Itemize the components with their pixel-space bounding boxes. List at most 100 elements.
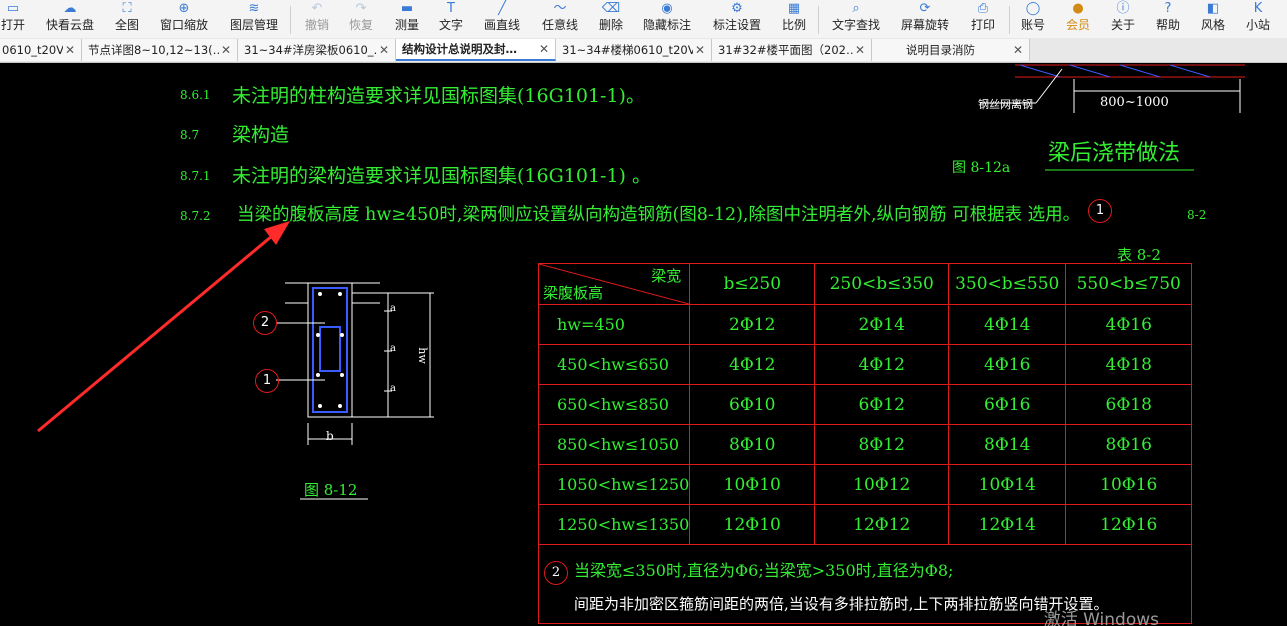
tab-0610[interactable]: 0610_t20V: ✕ [0,39,82,61]
station-icon: K [1253,1,1263,16]
table-row: 850<hw≤1050 8Φ10 8Φ12 8Φ14 8Φ16 [537,424,1193,465]
toolbar-separator [818,6,819,34]
table-cell: 10Φ10 [689,464,816,505]
measure-button[interactable]: ▬ 测量 [393,0,421,38]
help-icon: ? [1164,1,1172,16]
detail-dimension: 800~1000 [1100,95,1169,110]
text-search-icon: ⌕ [852,1,860,16]
ruler-icon: ▬ [400,1,414,16]
station-button[interactable]: K 小站 [1244,0,1272,38]
dimension-a-label: a [390,303,396,314]
full-view-button[interactable]: ⛶ 全图 [113,0,141,38]
info-icon: ⓘ [1116,1,1130,16]
cloud-disk-button[interactable]: ☁ 快看云盘 [44,0,96,38]
marker-2-circle: 2 [253,311,277,335]
table-cell: 6Φ10 [689,384,816,425]
account-button[interactable]: ◯ 账号 [1019,0,1047,38]
print-button[interactable]: ⎙ 打印 [969,0,997,38]
hide-annotation-icon: ◉ [661,1,673,16]
folder-open-icon: ▭ [6,1,20,16]
zoom-window-button[interactable]: ⊕ 窗口缩放 [158,0,210,38]
redo-button[interactable]: ↷ 恢复 [347,0,375,38]
table-cell: 10Φ14 [948,464,1067,505]
vip-button[interactable]: ● 会员 [1064,0,1092,38]
beam-outline [307,282,353,418]
table-cell: 10Φ12 [814,464,950,505]
table-cell: 4Φ18 [1065,344,1193,385]
table-cell: 12Φ10 [689,504,816,545]
tab-structure-notes[interactable]: 结构设计总说明及封… ✕ [396,39,556,61]
table-cell: 8Φ12 [814,424,950,465]
note-8-7-2: 当梁的腹板高度 hw≥450时,梁两侧应设置纵向构造钢筋(图8-12),除图中注… [237,205,1081,225]
help-button[interactable]: ? 帮助 [1154,0,1182,38]
about-button[interactable]: ⓘ 关于 [1109,0,1137,38]
row-header: 1250<hw≤1350 [537,504,691,545]
rebar-dot [316,333,320,337]
rotate-screen-icon: ⟳ [919,1,931,16]
layer-manager-button[interactable]: ≋ 图层管理 [228,0,280,38]
rebar-dot [338,292,342,296]
cloud-icon: ☁ [63,1,77,16]
tab-floor-plan[interactable]: 31#32#楼平面图（202… ✕ [712,39,872,61]
table-cell: 4Φ14 [948,304,1067,345]
rebar-dot [338,404,342,408]
rebar-dot [318,292,322,296]
drawing-canvas[interactable]: 8.6.1 未注明的柱构造要求详见国标图集(16G101-1)。 8.7 梁构造… [0,63,1287,626]
detail-left-label: 钢丝网离钢 [978,98,1033,111]
fit-view-icon: ⛶ [122,1,132,16]
print-icon: ⎙ [977,1,989,16]
detail-hatch [1019,64,1061,78]
column-header: 250<b≤350 [814,263,950,305]
detail-hatch [1069,64,1111,78]
toolbar: ▭ 打开 ☁ 快看云盘 ⛶ 全图 ⊕ 窗口缩放 ≋ 图层管理 ↶ 撤销 ↷ 恢复… [0,0,1287,39]
annotation-settings-button[interactable]: ⚙ 标注设置 [711,0,763,38]
close-icon[interactable]: ✕ [219,43,233,57]
close-icon[interactable]: ✕ [537,42,551,56]
table-cell: 12Φ16 [1065,504,1193,545]
column-header: 350<b≤550 [948,263,1067,305]
rotate-screen-button[interactable]: ⟳ 屏幕旋转 [899,0,951,38]
close-icon[interactable]: ✕ [693,43,707,57]
polyline-icon: 〜 [553,1,567,16]
table-cell: 4Φ12 [814,344,950,385]
scale-button[interactable]: ▦ 比例 [780,0,808,38]
text-button[interactable]: T 文字 [437,0,465,38]
style-icon: ◧ [1206,1,1220,16]
table-row: 1250<hw≤1350 12Φ10 12Φ12 12Φ14 12Φ16 [537,504,1193,545]
toolbar-separator [290,6,291,34]
freehand-line-button[interactable]: 〜 任意线 [540,0,580,38]
tab-stairs[interactable]: 31~34#楼梯0610_t20V2 ✕ [556,39,712,61]
toolbar-separator [1009,6,1010,34]
marker-1-circle: 1 [255,369,279,393]
tab-beam-slab[interactable]: 31~34#洋房梁板0610_… ✕ [238,39,396,61]
style-button[interactable]: ◧ 风格 [1199,0,1227,38]
text-search-button[interactable]: ⌕ 文字查找 [830,0,882,38]
tab-node-details[interactable]: 节点详图8~10,12~13(… ✕ [82,39,238,61]
table-cell: 12Φ14 [948,504,1067,545]
table-row: 450<hw≤650 4Φ12 4Φ12 4Φ16 4Φ18 [537,344,1193,385]
close-icon[interactable]: ✕ [377,43,391,57]
close-icon[interactable]: ✕ [63,43,77,57]
text-icon: T [447,1,455,16]
table-row: 650<hw≤850 6Φ10 6Φ12 6Φ16 6Φ18 [537,384,1193,425]
table-cell: 4Φ16 [1065,304,1193,345]
note-line-1-text: 当梁宽≤350时,直径为Φ6;当梁宽>350时,直径为Φ8; [574,561,954,580]
table-cell: 2Φ12 [689,304,816,345]
open-button[interactable]: ▭ 打开 [0,0,26,38]
delete-button[interactable]: ⌫ 删除 [597,0,625,38]
close-icon[interactable]: ✕ [1011,43,1025,57]
delete-icon: ⌫ [601,1,621,16]
table-cell: 8Φ14 [948,424,1067,465]
row-header: hw=450 [537,304,691,345]
table-header-row: 梁宽 梁腹板高 b≤250 250<b≤350 350<b≤550 550<b≤… [537,263,1193,305]
hide-annotation-button[interactable]: ◉ 隐藏标注 [641,0,693,38]
table-header-diagonal: 梁宽 梁腹板高 [537,263,691,305]
close-icon[interactable]: ✕ [853,43,867,57]
undo-button[interactable]: ↶ 撤销 [303,0,331,38]
table-reference: 8-2 [1187,208,1207,222]
table-cell: 6Φ16 [948,384,1067,425]
marker-1-circle: 1 [1088,199,1112,223]
detail-hatch [1169,64,1211,78]
draw-line-button[interactable]: ╱ 画直线 [482,0,522,38]
tab-fire-notes[interactable]: 说明目录消防 ✕ [872,39,1030,61]
